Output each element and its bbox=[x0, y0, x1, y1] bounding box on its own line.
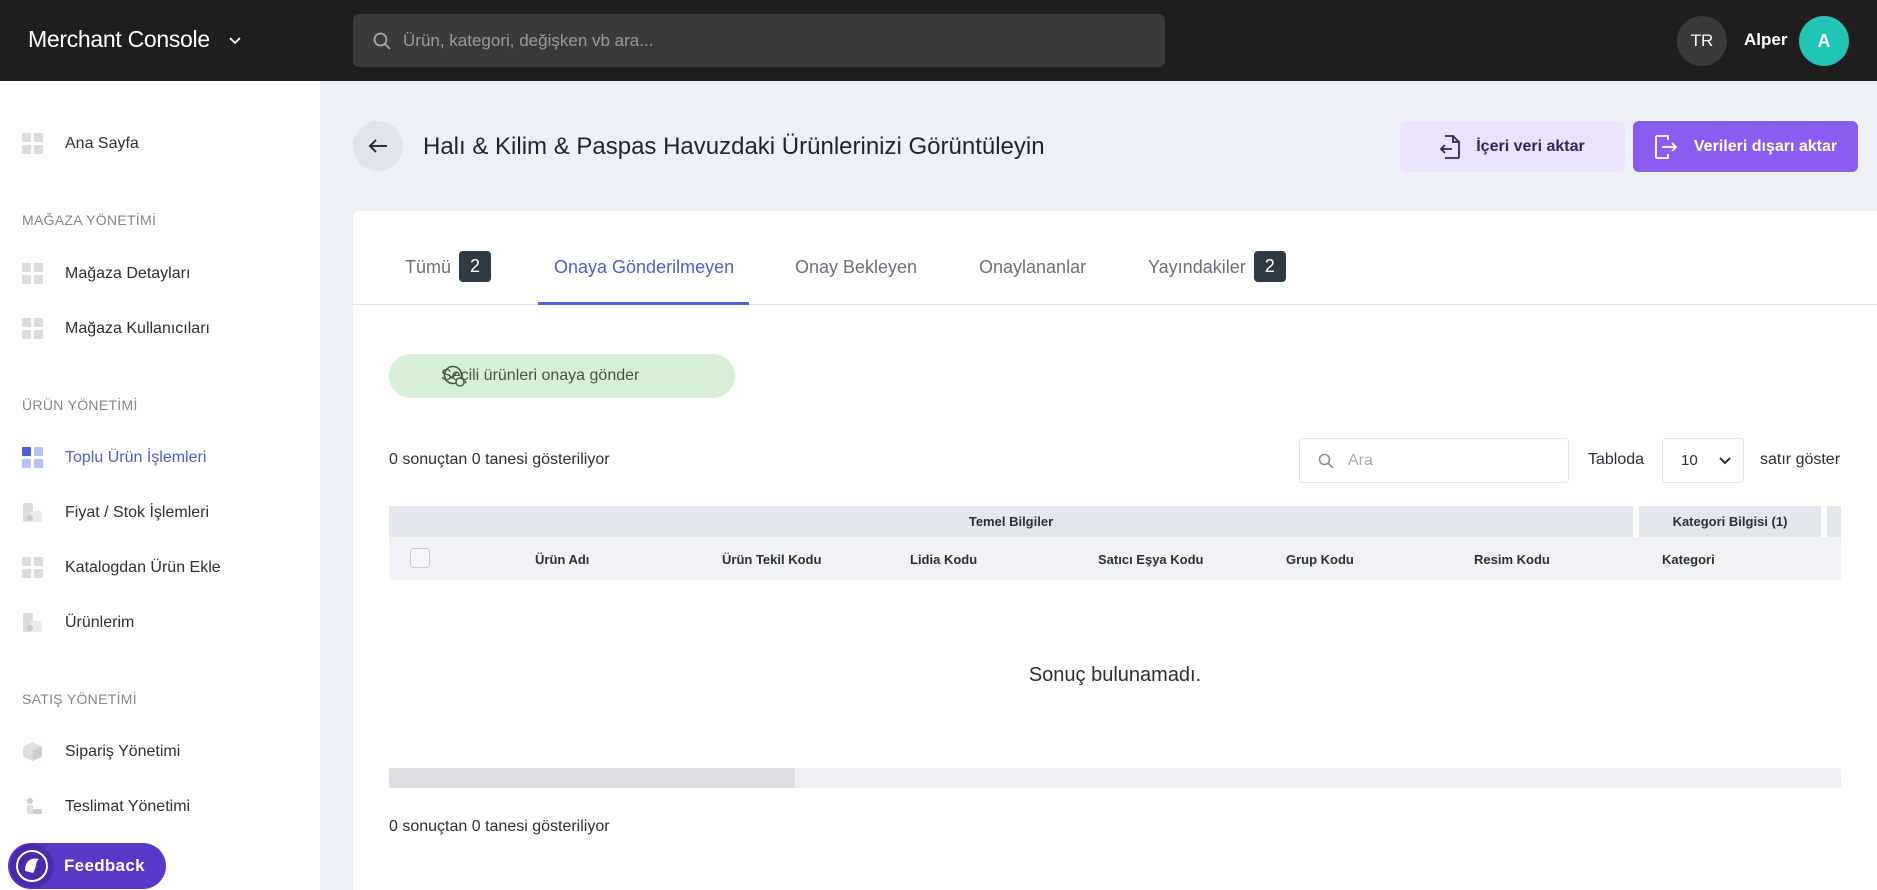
check-circle-icon bbox=[443, 365, 465, 387]
arrow-left-icon bbox=[368, 139, 387, 153]
search-icon bbox=[373, 32, 391, 50]
page-title: Halı & Kilim & Paspas Havuzdaki Ürünleri… bbox=[423, 133, 1045, 160]
column-header[interactable]: Resim Kodu bbox=[1474, 552, 1550, 567]
products-card: Tümü 2 Onaya Gönderilmeyen Onay Bekleyen… bbox=[353, 211, 1877, 890]
rows-per-page-value: 10 bbox=[1681, 452, 1698, 469]
tab-label: Onay Bekleyen bbox=[795, 257, 918, 277]
store-icon bbox=[22, 263, 43, 284]
rows-label-before: Tabloda bbox=[1588, 451, 1645, 468]
sidebar-item-label: Toplu Ürün İşlemleri bbox=[65, 448, 207, 466]
back-button[interactable] bbox=[353, 121, 403, 171]
global-search-input[interactable] bbox=[403, 30, 1143, 51]
app-title: Merchant Console bbox=[28, 26, 210, 52]
tab-pending-approval[interactable]: Onay Bekleyen bbox=[795, 241, 917, 305]
catalog-icon bbox=[22, 557, 43, 578]
chevron-down-icon bbox=[1719, 456, 1731, 464]
export-data-button[interactable]: Verileri dışarı aktar bbox=[1633, 121, 1858, 172]
export-data-label: Verileri dışarı aktar bbox=[1693, 137, 1838, 155]
feedback-button[interactable]: Feedback bbox=[8, 843, 166, 889]
sidebar-item-orders[interactable]: Sipariş Yönetimi bbox=[22, 741, 180, 762]
users-icon bbox=[22, 318, 43, 339]
result-count-top: 0 sonuçtan 0 tanesi gösteriliyor bbox=[389, 451, 610, 468]
tab-label: Onaylananlar bbox=[979, 257, 1087, 277]
table-group-category-info: Kategori Bilgisi (1) bbox=[1639, 506, 1821, 537]
sidebar: Ana Sayfa MAĞAZA YÖNETİMİ Mağaza Detayla… bbox=[0, 81, 320, 890]
sidebar-item-catalog-add[interactable]: Katalogdan Ürün Ekle bbox=[22, 557, 221, 578]
file-import-icon bbox=[1440, 134, 1461, 159]
price-tag-icon bbox=[23, 503, 42, 522]
bulk-grid-icon bbox=[22, 447, 43, 468]
column-header[interactable]: Ürün Tekil Kodu bbox=[722, 552, 821, 567]
lion-logo-icon bbox=[10, 844, 54, 888]
column-header[interactable]: Kategori bbox=[1662, 552, 1715, 567]
sidebar-item-label: Ürünlerim bbox=[65, 613, 135, 631]
status-tabs: Tümü 2 Onaya Gönderilmeyen Onay Bekleyen… bbox=[353, 211, 1877, 305]
import-data-button[interactable]: İçeri veri aktar bbox=[1400, 121, 1625, 172]
sidebar-item-label: Sipariş Yönetimi bbox=[65, 742, 181, 760]
user-name[interactable]: Alper bbox=[1744, 30, 1787, 50]
sidebar-item-home[interactable]: Ana Sayfa bbox=[22, 133, 139, 154]
table-header-row: Ürün Adı Ürün Tekil Kodu Lidia Kodu Satı… bbox=[389, 537, 1841, 580]
sidebar-section-title: ÜRÜN YÖNETİMİ bbox=[22, 397, 138, 413]
column-header[interactable]: Grup Kodu bbox=[1286, 552, 1354, 567]
products-icon bbox=[23, 613, 42, 632]
sidebar-item-store-details[interactable]: Mağaza Detayları bbox=[22, 263, 190, 284]
rows-per-page-select[interactable]: 10 bbox=[1662, 438, 1744, 483]
language-button[interactable]: TR bbox=[1677, 16, 1727, 66]
top-bar: Merchant Console TR Alper A bbox=[0, 0, 1877, 81]
column-header[interactable]: Satıcı Eşya Kodu bbox=[1098, 552, 1203, 567]
horizontal-scrollbar[interactable] bbox=[389, 768, 1841, 788]
tab-approved[interactable]: Onaylananlar bbox=[979, 241, 1086, 305]
sidebar-section-title: MAĞAZA YÖNETİMİ bbox=[22, 212, 157, 228]
app-switcher[interactable]: Merchant Console bbox=[28, 26, 242, 53]
table-group-more bbox=[1827, 506, 1841, 537]
send-for-approval-label: Seçili ürünleri onaya gönder bbox=[441, 367, 640, 384]
chevron-down-icon bbox=[229, 36, 241, 44]
sidebar-item-label: Mağaza Kullanıcıları bbox=[65, 319, 210, 337]
sidebar-item-label: Teslimat Yönetimi bbox=[65, 797, 191, 815]
file-export-icon bbox=[1654, 134, 1678, 159]
dashboard-icon bbox=[22, 133, 43, 154]
table-search-input[interactable] bbox=[1348, 451, 1548, 470]
rows-label-after: satır göster bbox=[1760, 451, 1841, 468]
tab-label: Tümü bbox=[405, 257, 452, 277]
select-all-checkbox[interactable] bbox=[410, 548, 430, 568]
sidebar-item-delivery[interactable]: Teslimat Yönetimi bbox=[22, 796, 190, 817]
tab-label: Onaya Gönderilmeyen bbox=[554, 257, 735, 277]
tab-published[interactable]: Yayındakiler 2 bbox=[1148, 241, 1286, 305]
feedback-label: Feedback bbox=[64, 856, 145, 875]
sidebar-item-label: Ana Sayfa bbox=[65, 134, 139, 152]
table-group-basic-info: Temel Bilgiler bbox=[389, 506, 1633, 537]
sidebar-item-label: Katalogdan Ürün Ekle bbox=[65, 558, 221, 576]
sidebar-section-title: SATIŞ YÖNETİMİ bbox=[22, 691, 137, 707]
scrollbar-thumb[interactable] bbox=[389, 768, 795, 788]
tab-label: Yayındakiler bbox=[1148, 257, 1246, 277]
sidebar-item-my-products[interactable]: Ürünlerim bbox=[22, 612, 134, 633]
count-badge: 2 bbox=[459, 251, 492, 282]
sidebar-item-store-users[interactable]: Mağaza Kullanıcıları bbox=[22, 318, 210, 339]
avatar[interactable]: A bbox=[1799, 16, 1849, 66]
empty-state-message: Sonuç bulunamadı. bbox=[1028, 664, 1202, 686]
sidebar-item-bulk-product[interactable]: Toplu Ürün İşlemleri bbox=[22, 447, 206, 468]
sidebar-item-label: Fiyat / Stok İşlemleri bbox=[65, 503, 210, 521]
sidebar-item-label: Mağaza Detayları bbox=[65, 264, 191, 282]
tab-all[interactable]: Tümü 2 bbox=[405, 241, 492, 305]
table-search[interactable] bbox=[1299, 438, 1569, 483]
tab-not-submitted[interactable]: Onaya Gönderilmeyen bbox=[538, 241, 750, 305]
result-count-bottom: 0 sonuçtan 0 tanesi gösteriliyor bbox=[389, 818, 610, 835]
global-search[interactable] bbox=[353, 14, 1165, 67]
send-for-approval-button[interactable]: Seçili ürünleri onaya gönder bbox=[389, 354, 735, 398]
import-data-label: İçeri veri aktar bbox=[1476, 137, 1585, 155]
count-badge: 2 bbox=[1253, 251, 1286, 282]
search-icon bbox=[1318, 453, 1334, 469]
column-header[interactable]: Lidia Kodu bbox=[910, 552, 977, 567]
box-icon bbox=[23, 742, 42, 761]
column-header[interactable]: Ürün Adı bbox=[535, 552, 589, 567]
sidebar-item-price-stock[interactable]: Fiyat / Stok İşlemleri bbox=[22, 502, 209, 523]
delivery-icon bbox=[27, 798, 42, 814]
